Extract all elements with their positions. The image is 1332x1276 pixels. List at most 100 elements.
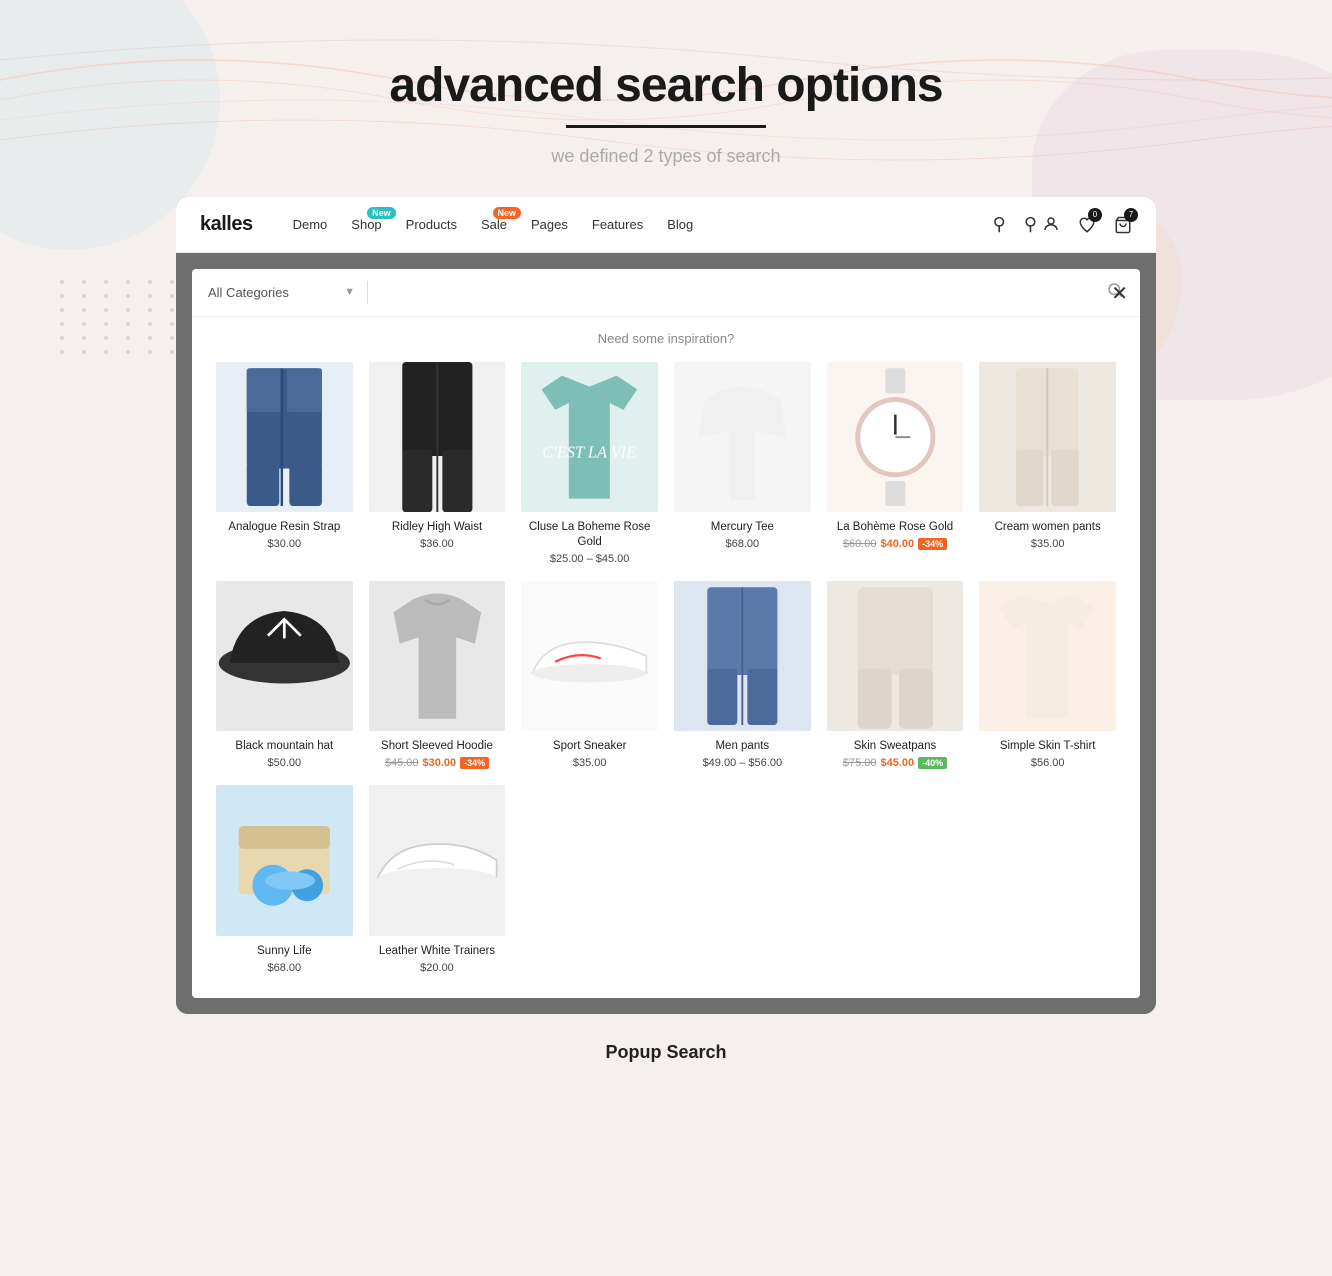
- product-name: Mercury Tee: [674, 520, 811, 535]
- product-name: Cluse La Boheme Rose Gold: [521, 520, 658, 550]
- navbar-nav: Demo Shop New Products Sale New Pages Fe…: [293, 217, 993, 232]
- nav-item-products[interactable]: Products: [406, 217, 457, 232]
- product-price-row: $35.00: [521, 757, 658, 769]
- title-underline: [566, 125, 766, 128]
- product-card[interactable]: Men pants $49.00 – $56.00: [666, 573, 819, 777]
- product-name: Cream women pants: [979, 520, 1116, 535]
- page-header: advanced search options we defined 2 typ…: [389, 0, 942, 197]
- product-price-row: $25.00 – $45.00: [521, 553, 658, 565]
- product-price-normal: $30.00: [268, 538, 302, 550]
- product-image: [521, 581, 658, 731]
- product-name: Sport Sneaker: [521, 739, 658, 754]
- cart-badge: 7: [1124, 208, 1138, 222]
- chevron-down-icon: ▼: [344, 286, 355, 298]
- discount-badge: -34%: [460, 757, 489, 769]
- product-name: Leather White Trainers: [369, 944, 506, 959]
- product-card[interactable]: Sunny Life $68.00: [208, 777, 361, 981]
- nav-badge-new-orange: New: [493, 207, 522, 219]
- product-price-normal: $35.00: [573, 757, 607, 769]
- nav-item-features[interactable]: Features: [592, 217, 643, 232]
- category-dropdown-label: All Categories: [208, 285, 338, 300]
- search-bar: All Categories ▼: [192, 269, 1140, 317]
- product-price-range: $25.00 – $45.00: [550, 553, 630, 565]
- discount-badge: -34%: [918, 538, 947, 550]
- product-price-row: $49.00 – $56.00: [674, 757, 811, 769]
- nav-item-pages[interactable]: Pages: [531, 217, 568, 232]
- product-price-row: $68.00: [674, 538, 811, 550]
- product-image: [979, 581, 1116, 731]
- page-subtitle: we defined 2 types of search: [389, 146, 942, 167]
- product-card[interactable]: C'EST LA VIE Cluse La Boheme Rose Gold $25…: [513, 354, 666, 573]
- product-price-row: $75.00$45.00-40%: [827, 757, 964, 769]
- product-price-row: $45.00$30.00-34%: [369, 757, 506, 769]
- product-price-normal: $68.00: [268, 962, 302, 974]
- product-name: Black mountain hat: [216, 739, 353, 754]
- product-price-original: $45.00: [385, 757, 419, 769]
- product-price-row: $35.00: [979, 538, 1116, 550]
- nav-item-demo[interactable]: Demo: [293, 217, 328, 232]
- navbar-logo: kalles: [200, 213, 253, 236]
- product-name: La Bohème Rose Gold: [827, 520, 964, 535]
- product-name: Analogue Resin Strap: [216, 520, 353, 535]
- product-name: Skin Sweatpans: [827, 739, 964, 754]
- popup-search-label: Popup Search: [605, 1014, 726, 1103]
- product-card[interactable]: Ridley High Waist$36.00: [361, 354, 514, 573]
- nav-item-sale[interactable]: Sale New: [481, 217, 507, 232]
- product-image: [369, 785, 506, 935]
- product-card[interactable]: Simple Skin T-shirt$56.00: [971, 573, 1124, 777]
- product-name: Short Sleeved Hoodie: [369, 739, 506, 754]
- product-card[interactable]: Black mountain hat $50.00: [208, 573, 361, 777]
- user-icon[interactable]: ⚲: [1024, 214, 1060, 235]
- search-modal: ✕ All Categories ▼ Need some inspiration…: [192, 269, 1140, 998]
- product-price-row: $68.00: [216, 962, 353, 974]
- product-price-original: $75.00: [843, 757, 877, 769]
- product-card[interactable]: Short Sleeved Hoodie $45.00$30.00-34%: [361, 573, 514, 777]
- product-image: [674, 581, 811, 731]
- product-price-original: $60.00: [843, 538, 877, 550]
- inspiration-label: Need some inspiration?: [192, 317, 1140, 354]
- product-card[interactable]: Skin Sweatpans $75.00$45.00-40%: [819, 573, 972, 777]
- product-price-sale: $40.00: [880, 538, 914, 550]
- product-name: Simple Skin T-shirt: [979, 739, 1116, 754]
- product-name: Men pants: [674, 739, 811, 754]
- search-icon[interactable]: ⚲: [993, 214, 1006, 235]
- modal-wrapper: ✕ All Categories ▼ Need some inspiration…: [176, 253, 1156, 1014]
- cart-icon[interactable]: 7: [1114, 214, 1132, 235]
- category-dropdown[interactable]: All Categories ▼: [208, 281, 368, 304]
- nav-item-shop[interactable]: Shop New: [351, 217, 381, 232]
- product-image: [827, 581, 964, 731]
- product-image: [674, 362, 811, 512]
- nav-item-blog[interactable]: Blog: [667, 217, 693, 232]
- product-name: Ridley High Waist: [369, 520, 506, 535]
- navbar-icons: ⚲ ⚲ 0 7: [993, 214, 1132, 235]
- nav-badge-new-teal: New: [367, 207, 396, 219]
- product-card[interactable]: Leather White Trainers $20.00: [361, 777, 514, 981]
- svg-text:C'EST LA VIE: C'EST LA VIE: [543, 442, 637, 461]
- product-price-sale: $45.00: [880, 757, 914, 769]
- product-image: [216, 362, 353, 512]
- product-grid: Analogue Resin Strap $30.00 Ridley High Wa…: [192, 354, 1140, 998]
- product-price-normal: $68.00: [726, 538, 760, 550]
- wishlist-icon[interactable]: 0: [1078, 214, 1096, 235]
- product-price-range: $49.00 – $56.00: [703, 757, 783, 769]
- product-card[interactable]: La Bohème Rose Gold $60.00$40.00 -34%: [819, 354, 972, 573]
- wishlist-badge: 0: [1088, 208, 1102, 222]
- search-input-area: [368, 281, 1124, 304]
- product-image: [979, 362, 1116, 512]
- product-card[interactable]: Mercury Tee $68.00: [666, 354, 819, 573]
- product-price-normal: $35.00: [1031, 538, 1065, 550]
- close-button[interactable]: ✕: [1111, 281, 1128, 306]
- product-card[interactable]: Sport Sneaker $35.00: [513, 573, 666, 777]
- product-price-row: $60.00$40.00 -34%: [827, 538, 964, 550]
- product-image: [216, 581, 353, 731]
- search-input[interactable]: [380, 284, 1106, 300]
- product-card[interactable]: Cream women pants $35.00: [971, 354, 1124, 573]
- product-price-row: $50.00: [216, 757, 353, 769]
- product-name: Sunny Life: [216, 944, 353, 959]
- product-price-row: $20.00: [369, 962, 506, 974]
- product-price-normal: $20.00: [420, 962, 454, 974]
- product-image: [827, 362, 964, 512]
- product-image: [369, 581, 506, 731]
- product-card[interactable]: Analogue Resin Strap $30.00: [208, 354, 361, 573]
- page-title: advanced search options: [389, 60, 942, 113]
